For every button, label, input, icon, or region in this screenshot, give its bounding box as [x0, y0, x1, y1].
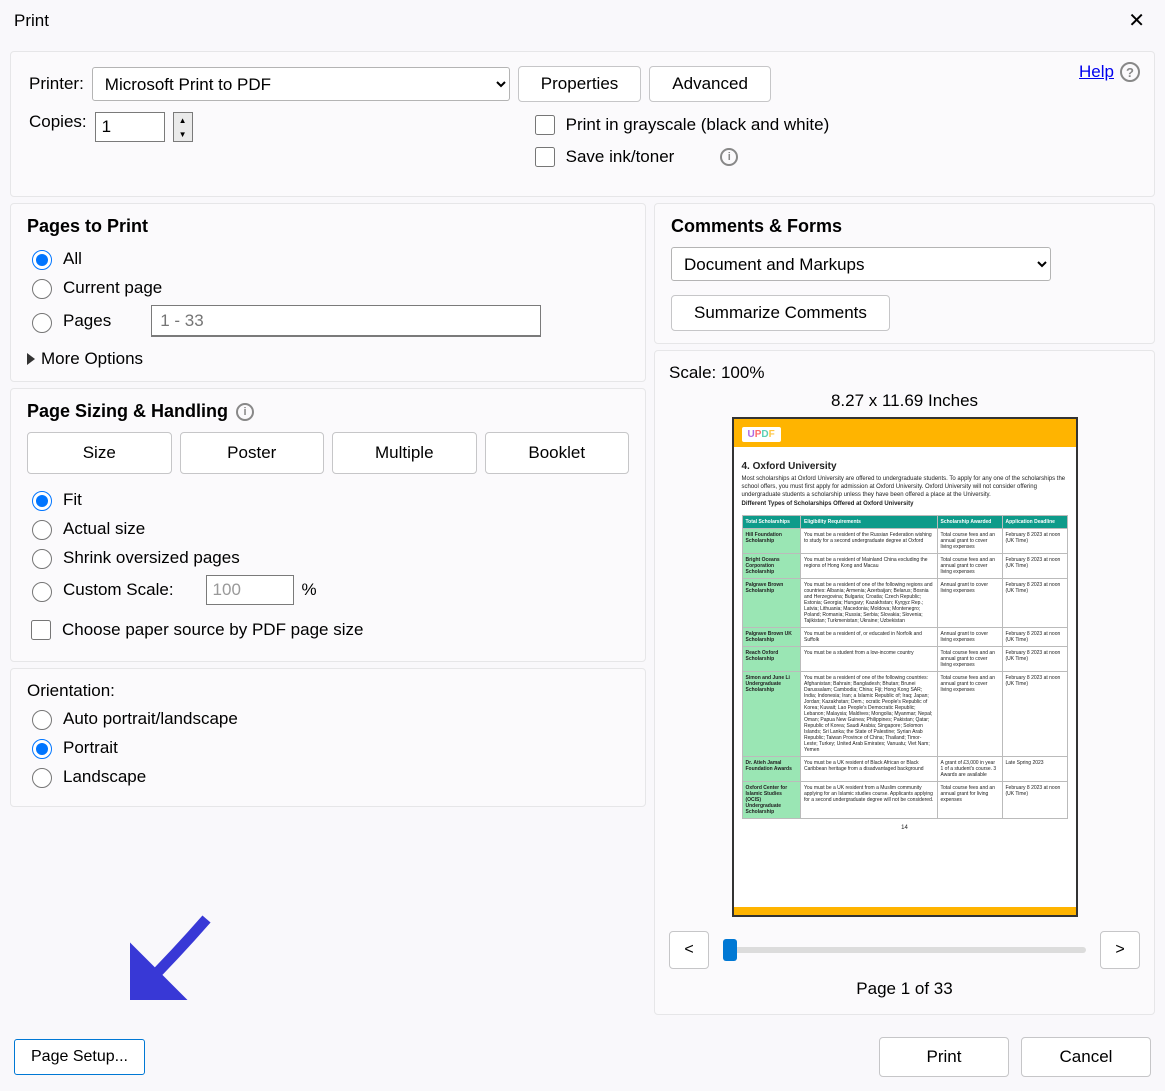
properties-button[interactable]: Properties	[518, 66, 641, 102]
printer-label: Printer:	[29, 74, 84, 94]
poster-button[interactable]: Poster	[180, 432, 325, 474]
portrait-label: Portrait	[63, 738, 118, 758]
auto-orientation-label: Auto portrait/landscape	[63, 709, 238, 729]
copies-up-button[interactable]: ▲	[174, 113, 192, 127]
current-page-label: Current page	[63, 278, 162, 298]
all-radio[interactable]	[32, 250, 52, 270]
orientation-title: Orientation:	[27, 681, 629, 701]
choose-paper-label: Choose paper source by PDF page size	[62, 620, 363, 640]
more-options-toggle[interactable]: More Options	[27, 349, 629, 369]
preview-next-button[interactable]: >	[1100, 931, 1140, 969]
pages-radio[interactable]	[32, 313, 52, 333]
doc-heading: 4. Oxford University	[742, 461, 1068, 472]
copies-spinner: ▲ ▼	[173, 112, 193, 142]
slider-thumb[interactable]	[723, 939, 737, 961]
booklet-button[interactable]: Booklet	[485, 432, 630, 474]
footer: Page Setup... Print Cancel	[0, 1025, 1165, 1091]
print-button[interactable]: Print	[879, 1037, 1009, 1077]
titlebar: Print ✕	[0, 0, 1165, 41]
landscape-label: Landscape	[63, 767, 146, 787]
info-icon[interactable]: i	[720, 148, 738, 166]
pages-label: Pages	[63, 311, 111, 331]
printer-section: Help ? Printer: Microsoft Print to PDF P…	[10, 51, 1155, 197]
custom-scale-label: Custom Scale:	[63, 580, 174, 600]
custom-scale-radio[interactable]	[32, 582, 52, 602]
scale-label: Scale: 100%	[669, 363, 1140, 383]
save-ink-checkbox[interactable]	[535, 147, 555, 167]
actual-size-radio[interactable]	[32, 520, 52, 540]
preview-page: UPDF 4. Oxford University Most scholarsh…	[732, 417, 1078, 917]
percent-label: %	[302, 580, 317, 600]
updf-logo: UPDF	[742, 427, 781, 442]
landscape-radio[interactable]	[32, 768, 52, 788]
copies-input[interactable]	[95, 112, 165, 142]
printer-select[interactable]: Microsoft Print to PDF	[92, 67, 510, 101]
all-label: All	[63, 249, 82, 269]
grayscale-checkbox[interactable]	[535, 115, 555, 135]
multiple-button[interactable]: Multiple	[332, 432, 477, 474]
copies-down-button[interactable]: ▼	[174, 127, 192, 141]
preview-header-bar	[734, 419, 1076, 447]
shrink-radio[interactable]	[32, 549, 52, 569]
dialog-title: Print	[14, 11, 49, 31]
comments-forms-select[interactable]: Document and Markups	[671, 247, 1051, 281]
pages-to-print-panel: Pages to Print All Current page Pages	[10, 203, 646, 382]
doc-p1: Most scholarships at Oxford University a…	[742, 476, 1068, 499]
pages-to-print-title: Pages to Print	[27, 216, 629, 237]
preview-prev-button[interactable]: <	[669, 931, 709, 969]
actual-size-label: Actual size	[63, 519, 145, 539]
comments-forms-title: Comments & Forms	[671, 216, 1138, 237]
preview-area: Scale: 100% 8.27 x 11.69 Inches UPDF 4. …	[654, 350, 1155, 1015]
page-setup-button[interactable]: Page Setup...	[14, 1039, 145, 1075]
advanced-button[interactable]: Advanced	[649, 66, 771, 102]
copies-label: Copies:	[29, 112, 87, 132]
sizing-title: Page Sizing & Handling	[27, 401, 228, 422]
auto-orientation-radio[interactable]	[32, 710, 52, 730]
fit-radio[interactable]	[32, 491, 52, 511]
print-dialog: Print ✕ Help ? Printer: Microsoft Print …	[0, 0, 1165, 1091]
current-page-radio[interactable]	[32, 279, 52, 299]
scholarship-table: Total ScholarshipsEligibility Requiremen…	[742, 515, 1068, 819]
pages-input[interactable]	[151, 305, 541, 337]
custom-scale-input[interactable]	[206, 575, 294, 605]
portrait-radio[interactable]	[32, 739, 52, 759]
orientation-panel: Orientation: Auto portrait/landscape Por…	[10, 668, 646, 807]
chevron-right-icon	[27, 353, 35, 365]
info-icon[interactable]: i	[236, 403, 254, 421]
preview-slider[interactable]	[723, 947, 1086, 953]
size-button[interactable]: Size	[27, 432, 172, 474]
more-options-label: More Options	[41, 349, 143, 369]
dimensions-label: 8.27 x 11.69 Inches	[669, 391, 1140, 411]
save-ink-label: Save ink/toner	[566, 147, 675, 167]
comments-forms-panel: Comments & Forms Document and Markups Su…	[654, 203, 1155, 344]
help-info-icon[interactable]: ?	[1120, 62, 1140, 82]
grayscale-label: Print in grayscale (black and white)	[566, 115, 830, 135]
help-link[interactable]: Help	[1079, 62, 1114, 82]
close-icon[interactable]: ✕	[1122, 8, 1151, 33]
doc-p2: Different Types of Scholarships Offered …	[742, 501, 1068, 509]
cancel-button[interactable]: Cancel	[1021, 1037, 1151, 1077]
choose-paper-checkbox[interactable]	[31, 620, 51, 640]
page-indicator: Page 1 of 33	[669, 979, 1140, 999]
preview-page-num: 14	[742, 825, 1068, 831]
summarize-comments-button[interactable]: Summarize Comments	[671, 295, 890, 331]
fit-label: Fit	[63, 490, 82, 510]
preview-footer-bar	[734, 907, 1076, 915]
shrink-label: Shrink oversized pages	[63, 548, 240, 568]
page-sizing-panel: Page Sizing & Handling i Size Poster Mul…	[10, 388, 646, 662]
